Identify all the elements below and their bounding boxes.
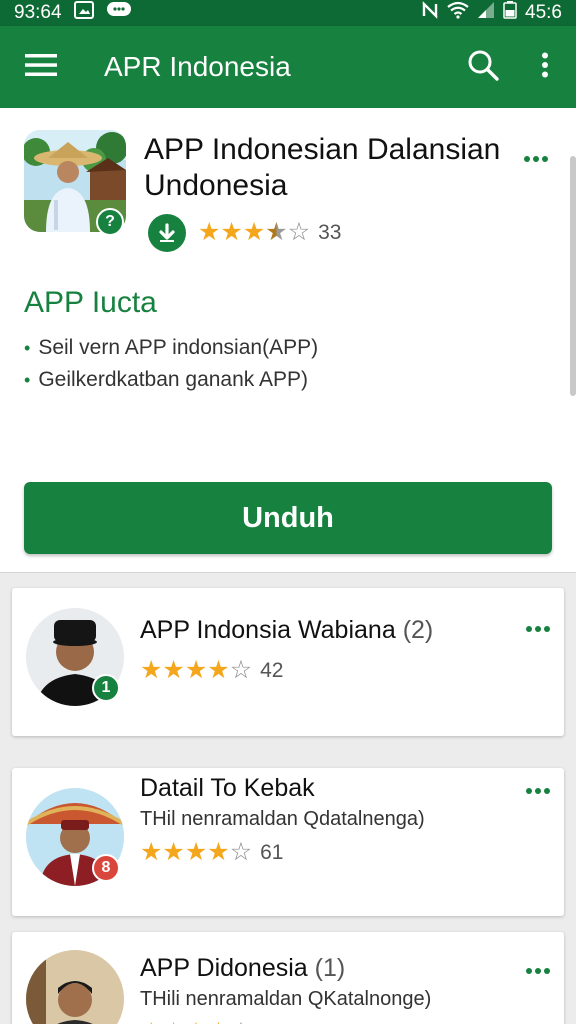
- rating-count: 33: [318, 220, 342, 244]
- star-full-icon: ★: [207, 656, 230, 684]
- download-icon[interactable]: [148, 214, 186, 252]
- star-full-icon: ★: [162, 1018, 184, 1024]
- star-full-icon: ★: [140, 1018, 162, 1024]
- star-full-icon: ★: [220, 218, 243, 246]
- feature-text: Seil vern APP indonsian(APP): [38, 336, 319, 359]
- avatar-badge: 1: [92, 674, 120, 702]
- star-empty-icon: ☆: [230, 1018, 252, 1024]
- status-bar: 93:64 45:6: [0, 0, 576, 26]
- rating-count: 61: [260, 840, 284, 864]
- list-item-more-icon[interactable]: [526, 788, 550, 794]
- app-detail-rating: ★★★★☆ 33: [198, 220, 341, 245]
- menu-button[interactable]: [0, 26, 82, 108]
- list-item-title: APP Didonesia (1): [140, 954, 346, 982]
- star-full-icon: ★: [140, 838, 163, 866]
- list-item-rating: ★★★★☆: [140, 1020, 252, 1024]
- section-title: APP Iucta: [24, 286, 157, 319]
- star-full-icon: ★: [207, 1018, 229, 1024]
- feature-list: • Seil vern APP indonsian(APP) • Geilkerdk…: [24, 332, 318, 396]
- download-button[interactable]: Unduh: [24, 482, 552, 554]
- bullet-icon: •: [24, 338, 31, 358]
- vertical-more-icon: [541, 52, 549, 83]
- app-detail-card: ? APP Indonesian Dalansian Undonesia ★★★…: [0, 108, 576, 573]
- app-title: APR Indonesia: [104, 51, 291, 82]
- star-empty-icon: ☆: [229, 838, 253, 866]
- star-full-icon: ★: [198, 218, 221, 246]
- list-item-rating: ★★★★☆ 61: [140, 840, 283, 865]
- star-full-icon: ★: [162, 656, 185, 684]
- feature-item: • Seil vern APP indonsian(APP): [24, 332, 318, 364]
- scrollbar[interactable]: [570, 156, 576, 396]
- star-full-icon: ★: [184, 838, 208, 866]
- star-empty-icon: ☆: [229, 656, 253, 684]
- app-detail-more-icon[interactable]: [524, 156, 548, 162]
- star-half-icon: ★: [265, 218, 288, 246]
- list-item-subtitle: THili nenramaldan QKatalnonge): [140, 988, 432, 1010]
- star-full-icon: ★: [184, 656, 208, 684]
- feature-item: • Geilkerdkatban ganank APP): [24, 364, 318, 396]
- list-item-more-icon[interactable]: [526, 626, 550, 632]
- bullet-icon: •: [24, 370, 31, 390]
- star-full-icon: ★: [207, 838, 230, 866]
- search-button[interactable]: [452, 26, 514, 108]
- star-empty-icon: ☆: [287, 218, 311, 246]
- gallery-icon: [73, 1, 94, 25]
- search-icon: [467, 49, 499, 86]
- chat-bubble-icon: [106, 1, 132, 25]
- more-options-button[interactable]: [514, 26, 576, 108]
- status-time: 93:64: [14, 2, 62, 23]
- star-full-icon: ★: [185, 1018, 207, 1024]
- list-item-subtitle: THil nenramaldan Qdatalnenga): [140, 808, 425, 830]
- wifi-icon: [447, 1, 469, 25]
- star-full-icon: ★: [242, 218, 266, 246]
- signal-icon: [477, 1, 495, 25]
- app-detail-title: APP Indonesian Dalansian Undonesia: [144, 133, 501, 202]
- list-item-title: APP Indonsia Wabiana (2): [140, 616, 434, 644]
- hamburger-menu-icon: [25, 53, 57, 82]
- star-full-icon: ★: [162, 838, 185, 866]
- list-item-more-icon[interactable]: [526, 968, 550, 974]
- rating-count: 42: [260, 658, 284, 682]
- avatar-badge: 8: [92, 854, 120, 882]
- battery-text: 45:6: [525, 2, 562, 23]
- avatar: [26, 950, 124, 1024]
- feature-text: Geilkerdkatban ganank APP): [38, 368, 308, 391]
- list-item[interactable]: 1 APP Indonsia Wabiana (2) ★★★★☆ 42: [12, 588, 564, 736]
- list-item-rating: ★★★★☆ 42: [140, 658, 283, 683]
- battery-icon: [503, 1, 517, 25]
- list-item[interactable]: APP Didonesia (1) THili nenramaldan QKat…: [12, 932, 564, 1024]
- star-full-icon: ★: [140, 656, 163, 684]
- list-item-title: Datail To Kebak: [140, 774, 315, 802]
- list-item[interactable]: 8 Datail To Kebak THil nenramaldan Qdata…: [12, 768, 564, 916]
- no-nfc-icon: [421, 1, 439, 25]
- app-icon-badge: ?: [96, 208, 124, 236]
- app-bar: APR Indonesia: [0, 26, 576, 108]
